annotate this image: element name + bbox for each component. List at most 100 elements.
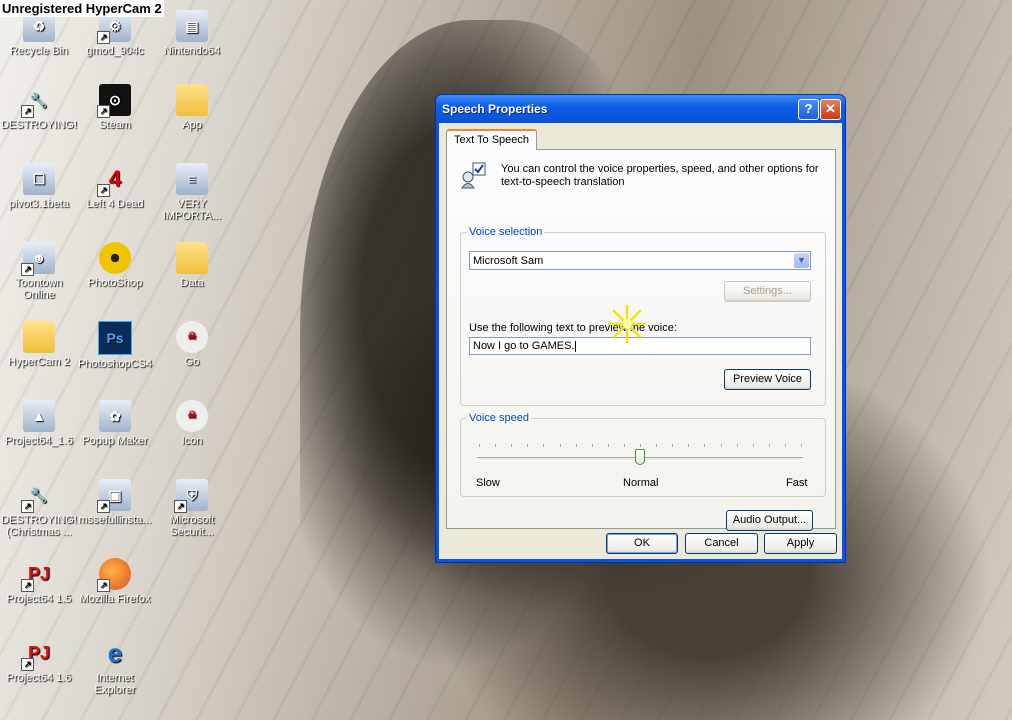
desktop-icon-label: Go <box>184 356 200 368</box>
text-document-icon: ≡ <box>176 163 208 195</box>
desktop-icon-destroying[interactable]: 🔧 DESTROYING! <box>0 84 78 131</box>
desktop-icon-label: PhotoshopCS4 <box>78 358 152 370</box>
help-button[interactable]: ? <box>798 99 819 120</box>
desktop-icon-nintendo64[interactable]: ▤ Nintendo64 <box>153 10 231 57</box>
desktop-icon-label: Nintendo64 <box>163 45 221 57</box>
slider-tick <box>591 444 593 447</box>
desktop-icon-label: Toontown Online <box>15 277 63 301</box>
desktop-icon-label: DESTROYING! <box>1 119 77 131</box>
desktop-icon-data[interactable]: Data <box>153 242 231 289</box>
desktop-icon-label: Project64 1.6 <box>6 672 72 684</box>
security-icon: ⛨ <box>174 479 208 513</box>
desktop-icon-photoshopcs4[interactable]: Ps PhotoshopCS4 <box>76 321 154 370</box>
tool-icon: 🔧 <box>21 84 55 118</box>
voice-selection-label: Voice selection <box>467 226 545 238</box>
skull-icon: ☠ <box>176 400 208 432</box>
ok-button[interactable]: OK <box>606 533 678 554</box>
desktop-icon-project64-16b[interactable]: PJ Project64 1.6 <box>0 637 78 684</box>
desktop-icon-icon[interactable]: ☠ Icon <box>153 400 231 447</box>
installer-icon: ▣ <box>97 479 131 513</box>
archive-icon: ▤ <box>176 10 208 42</box>
steam-icon: ⊙ <box>97 84 131 118</box>
slider-tick <box>768 444 770 447</box>
slider-tick <box>575 444 577 447</box>
desktop-icon-recycle-bin[interactable]: ♻ Recycle Bin <box>0 10 78 57</box>
folder-icon <box>176 242 208 274</box>
project64-icon: ▲ <box>23 400 55 432</box>
left4dead-icon: 4 <box>97 163 131 197</box>
photoshop-icon: Ps <box>98 321 132 355</box>
popup-maker-icon: ✿ <box>99 400 131 432</box>
apply-button[interactable]: Apply <box>764 533 837 554</box>
desktop-icon-destroying-christmas[interactable]: 🔧 DESTROYING! (Christmas ... <box>0 479 78 538</box>
desktop-icon-label: gmod_904c <box>86 45 144 57</box>
preview-voice-button[interactable]: Preview Voice <box>724 369 811 390</box>
desktop-icon-go[interactable]: ☠ Go <box>153 321 231 368</box>
title-bar[interactable]: Speech Properties ? ✕ <box>436 95 845 123</box>
slider-tick <box>495 444 497 447</box>
desktop-icon-mssefullinstall[interactable]: ▣ mssefullinsta... <box>76 479 154 526</box>
desktop-icon-left4dead[interactable]: 4 Left 4 Dead <box>76 163 154 211</box>
desktop-icon-label: Recycle Bin <box>9 45 69 57</box>
slider-tick <box>656 444 658 447</box>
desktop-icon-label: PhotoShop <box>87 277 143 289</box>
intro-text: You can control the voice properties, sp… <box>501 163 819 188</box>
desktop-icon-label: App <box>182 119 202 131</box>
tab-text-to-speech[interactable]: Text To Speech <box>446 129 537 150</box>
desktop-icon-photoshop[interactable]: PhotoShop <box>76 242 154 289</box>
voice-speed-slider-thumb[interactable] <box>635 449 645 465</box>
desktop-icon-very-important[interactable]: ≡ VERY IMPORTA... <box>153 163 231 222</box>
desktop-icon-label: Data <box>180 277 204 289</box>
voice-select[interactable]: Microsoft Sam ▼ <box>469 251 811 270</box>
desktop-icon-label: Internet Explorer <box>94 672 136 696</box>
folder-icon <box>176 84 208 116</box>
cancel-button[interactable]: Cancel <box>685 533 758 554</box>
desktop-icon-toontown[interactable]: ☻ Toontown Online <box>0 242 78 301</box>
desktop-icon-popup-maker[interactable]: ✿ Popup Maker <box>76 400 154 447</box>
dialog-title: Speech Properties <box>442 102 548 116</box>
desktop-icon-firefox[interactable]: Mozilla Firefox <box>76 558 154 605</box>
desktop-icon-internet-explorer[interactable]: e Internet Explorer <box>76 637 154 696</box>
slider-tick <box>511 444 513 447</box>
pj64-icon: PJ <box>21 637 55 671</box>
slider-tick <box>752 444 754 447</box>
skull-icon: ☠ <box>176 321 208 353</box>
desktop-icon-label: Popup Maker <box>82 435 148 447</box>
slider-tick <box>688 444 690 447</box>
desktop-icon-steam[interactable]: ⊙ Steam <box>76 84 154 131</box>
desktop-icon-microsoft-security[interactable]: ⛨ Microsoft Securit... <box>153 479 231 538</box>
desktop-icon-label: VERY IMPORTA... <box>162 198 222 222</box>
slider-tick <box>801 444 802 447</box>
text-caret <box>575 340 577 352</box>
slider-tick <box>672 444 674 447</box>
desktop-icon-project64-15[interactable]: PJ Project64 1.5 <box>0 558 78 605</box>
desktop-icon-label: DESTROYING! (Christmas ... <box>1 514 77 538</box>
speed-slow-label: Slow <box>476 477 500 489</box>
desktop-icon-gmod[interactable]: ⚙ gmod_904c <box>76 10 154 57</box>
audio-output-button[interactable]: Audio Output... <box>726 510 813 531</box>
slider-tick <box>543 444 545 447</box>
preview-text-value: Now I go to GAMES. <box>473 340 575 352</box>
selected-voice: Microsoft Sam <box>473 255 544 267</box>
desktop-icon-label: mssefullinsta... <box>78 514 152 526</box>
firefox-icon <box>97 558 131 592</box>
desktop-icon-pivot[interactable]: ☐ pivot3.1beta <box>0 163 78 210</box>
desktop-icon-hypercam[interactable]: HyperCam 2 <box>0 321 78 368</box>
close-button[interactable]: ✕ <box>820 99 841 120</box>
chevron-down-icon[interactable]: ▼ <box>794 253 809 268</box>
desktop-icon-label: Project64 1.5 <box>6 593 72 605</box>
settings-button[interactable]: Settings... <box>724 281 811 302</box>
slider-tick <box>720 444 722 447</box>
radiation-icon <box>99 242 131 274</box>
desktop-icon-label: Icon <box>181 435 203 447</box>
slider-tick <box>607 444 609 447</box>
slider-tick <box>527 444 529 447</box>
desktop-icon-project64-16[interactable]: ▲ Project64_1.6 <box>0 400 78 447</box>
internet-explorer-icon: e <box>107 638 123 668</box>
slider-tick <box>559 444 561 447</box>
toontown-icon: ☻ <box>21 242 55 276</box>
slider-tick <box>704 444 706 447</box>
slider-tick <box>623 444 625 447</box>
pj64-icon: PJ <box>21 558 55 592</box>
desktop-icon-app[interactable]: App <box>153 84 231 131</box>
